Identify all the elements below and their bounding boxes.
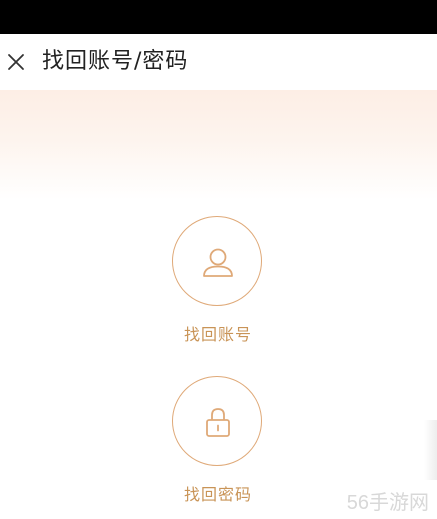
header-gradient [0, 90, 437, 200]
page-title: 找回账号/密码 [42, 49, 189, 74]
lock-icon [206, 408, 230, 437]
recover-password-button[interactable] [172, 376, 262, 466]
status-bar [0, 0, 437, 34]
user-icon [203, 248, 233, 277]
header: 找回账号/密码 [0, 34, 437, 90]
recover-account-button[interactable] [172, 216, 262, 306]
close-icon[interactable] [4, 50, 28, 74]
watermark-text: 56手游网 [346, 492, 429, 514]
watermark: 56手游网 [334, 480, 437, 519]
recover-account-label: 找回账号 [183, 325, 252, 344]
recover-password-label: 找回密码 [183, 485, 252, 504]
watermark-shadow [424, 420, 437, 480]
